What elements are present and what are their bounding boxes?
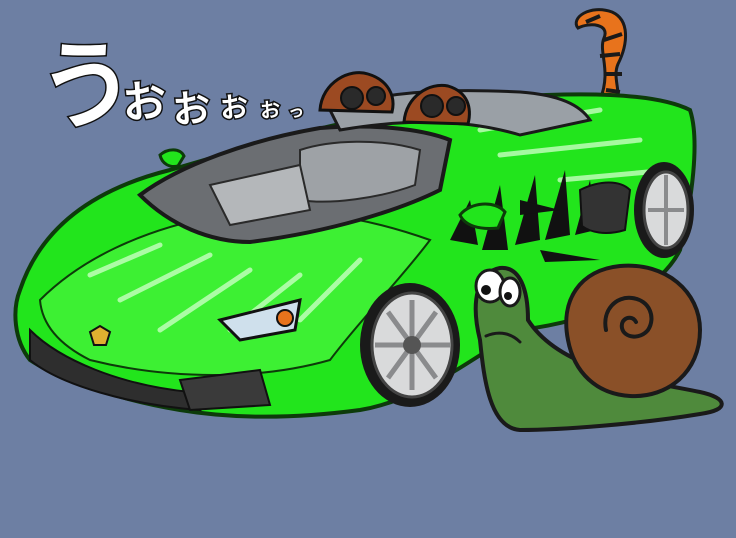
caption-tsu: っ <box>286 100 306 123</box>
shout-caption: う お お お お っ <box>30 8 360 148</box>
snail-eye-right <box>498 276 522 308</box>
illustration-stage: う お お お お っ <box>0 0 736 538</box>
rear-wheel <box>634 162 694 258</box>
snail <box>473 263 724 433</box>
caption-o-4: お <box>258 96 283 124</box>
caption-o-2: お <box>169 84 213 134</box>
caption-o-1: お <box>119 74 169 131</box>
caption-o-3: お <box>217 89 250 127</box>
tiger-tail <box>574 8 628 106</box>
snail-shell <box>564 263 703 399</box>
front-wheel <box>360 283 460 407</box>
